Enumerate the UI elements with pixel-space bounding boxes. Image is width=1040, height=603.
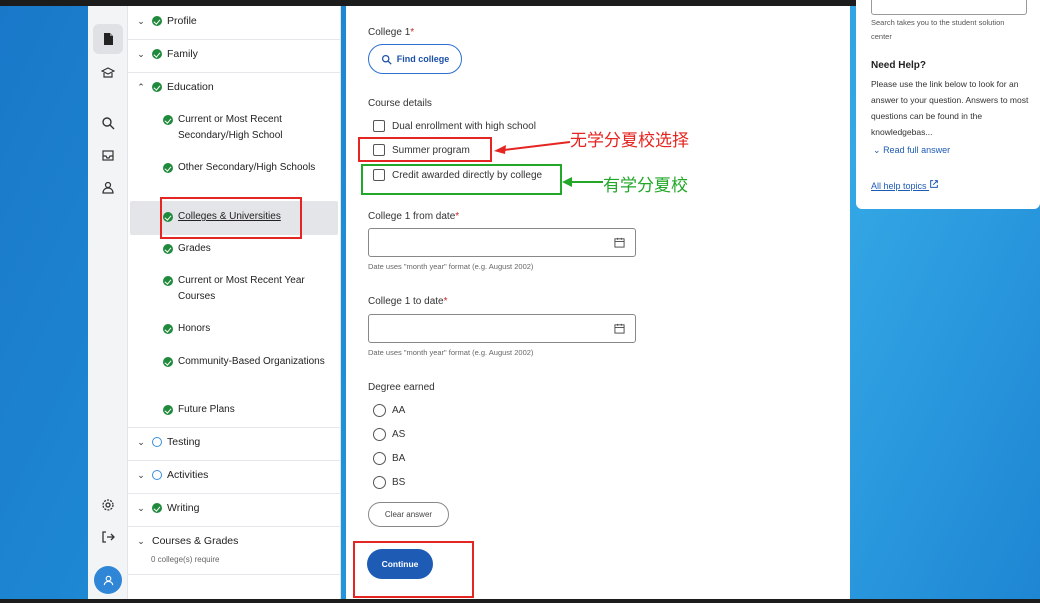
nav-item-grades[interactable]: Grades [163, 241, 328, 257]
incomplete-status-icon [152, 437, 162, 447]
nav-section-education[interactable]: ⌃ Education [128, 81, 340, 93]
nav-item-current-year-courses[interactable]: Current or Most Recent Year Courses [163, 273, 328, 305]
inbox-icon[interactable] [93, 140, 123, 170]
chevron-down-icon: ⌄ [137, 469, 145, 480]
chevron-down-icon: ⌄ [137, 535, 145, 546]
annotation-box-colleges [160, 197, 302, 239]
nav-item-honors[interactable]: Honors [163, 321, 328, 337]
nav-section-profile[interactable]: ⌄ Profile [128, 15, 340, 27]
to-date-label: College 1 to date* [368, 296, 448, 307]
green-arrow-icon [562, 177, 603, 187]
document-icon[interactable] [93, 24, 123, 54]
all-help-topics-link[interactable]: All help topics [871, 179, 939, 191]
calendar-icon [614, 237, 625, 248]
search-note: Search takes you to the student solution… [871, 18, 1005, 41]
annotation-text-credit: 有学分夏校 [603, 176, 688, 196]
degree-radio-aa[interactable]: AA [373, 404, 405, 417]
complete-check-icon [152, 82, 162, 92]
incomplete-status-icon [152, 470, 162, 480]
read-full-answer-link[interactable]: ⌄ Read full answer [873, 145, 950, 156]
from-date-label: College 1 from date* [368, 211, 460, 222]
complete-check-icon [152, 49, 162, 59]
red-arrow-icon [494, 141, 571, 154]
course-details-label: Course details [368, 98, 432, 109]
find-college-button[interactable]: Find college [368, 44, 462, 74]
from-date-hint: Date uses "month year" format (e.g. Augu… [368, 262, 534, 271]
to-date-input[interactable] [368, 314, 636, 343]
nav-item-current-high-school[interactable]: Current or Most Recent Secondary/High Sc… [163, 112, 328, 144]
clear-answer-button[interactable]: Clear answer [368, 502, 449, 527]
sign-out-icon[interactable] [93, 522, 123, 552]
external-link-icon [930, 180, 938, 188]
college-search-icon[interactable] [93, 58, 123, 88]
complete-check-icon [163, 244, 173, 254]
chevron-down-icon: ⌄ [137, 502, 145, 513]
calendar-icon [614, 323, 625, 334]
annotation-text-no-credit: 无学分夏校选择 [570, 131, 689, 151]
search-icon[interactable] [93, 108, 123, 138]
icon-rail [88, 6, 128, 599]
complete-check-icon [163, 357, 173, 367]
window-bottom-bar [0, 599, 1040, 603]
complete-check-icon [152, 16, 162, 26]
recommenders-icon[interactable] [93, 172, 123, 202]
degree-radio-bs[interactable]: BS [373, 476, 405, 489]
user-icon [103, 575, 113, 585]
complete-check-icon [163, 163, 173, 173]
nav-section-writing[interactable]: ⌄ Writing [128, 502, 340, 514]
from-date-input[interactable] [368, 228, 636, 257]
complete-check-icon [163, 324, 173, 334]
college-label: College 1* [368, 27, 415, 38]
nav-section-courses-grades[interactable]: ⌄ Courses & Grades [128, 535, 340, 547]
annotation-box-continue [353, 541, 474, 598]
degree-earned-label: Degree earned [368, 382, 435, 393]
help-panel: Search takes you to the student solution… [856, 0, 1040, 209]
dual-enrollment-checkbox[interactable]: Dual enrollment with high school [373, 120, 536, 132]
complete-check-icon [152, 503, 162, 513]
complete-check-icon [163, 405, 173, 415]
degree-radio-as[interactable]: AS [373, 428, 405, 441]
nav-section-family[interactable]: ⌄ Family [128, 48, 340, 60]
chevron-down-icon: ⌄ [137, 436, 145, 447]
annotation-box-summer-program [358, 137, 492, 162]
chevron-down-icon: ⌄ [137, 15, 145, 26]
nav-section-testing[interactable]: ⌄ Testing [128, 436, 340, 448]
help-body: Please use the link below to look for an… [871, 79, 1029, 137]
college-form: College 1* Find college Course details D… [346, 6, 850, 599]
gear-icon[interactable] [93, 490, 123, 520]
help-title: Need Help? [871, 60, 927, 71]
avatar[interactable] [94, 566, 122, 594]
application-nav: ⌄ Profile ⌄ Family ⌃ Education Current o… [128, 6, 341, 599]
degree-radio-ba[interactable]: BA [373, 452, 405, 465]
complete-check-icon [163, 115, 173, 125]
nav-item-future-plans[interactable]: Future Plans [163, 402, 328, 418]
nav-section-activities[interactable]: ⌄ Activities [128, 469, 340, 481]
annotation-box-credit-awarded [361, 164, 562, 195]
chevron-up-icon: ⌃ [137, 81, 145, 92]
chevron-down-icon: ⌄ [873, 145, 881, 155]
nav-item-other-high-schools[interactable]: Other Secondary/High Schools [163, 160, 328, 176]
nav-item-community-organizations[interactable]: Community-Based Organizations [163, 354, 328, 370]
to-date-hint: Date uses "month year" format (e.g. Augu… [368, 348, 534, 357]
complete-check-icon [163, 276, 173, 286]
help-search-input[interactable] [871, 0, 1027, 15]
courses-grades-note: 0 college(s) require [151, 555, 220, 564]
search-icon [381, 54, 392, 65]
chevron-down-icon: ⌄ [137, 48, 145, 59]
